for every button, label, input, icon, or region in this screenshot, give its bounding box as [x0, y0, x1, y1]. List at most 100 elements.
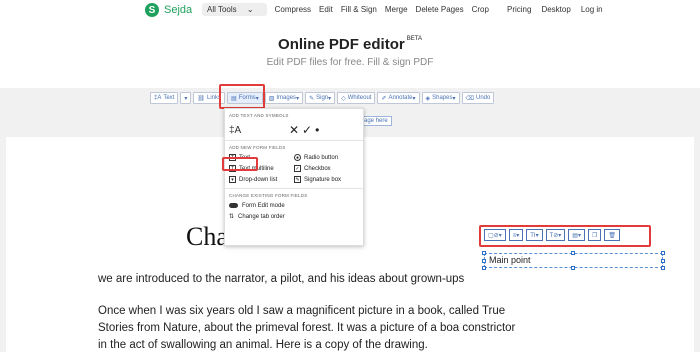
shapes-tool-button[interactable]: ◈ Shapes ▾ [421, 92, 460, 104]
field-options-button[interactable]: ▤▾ [568, 229, 585, 241]
undo-button[interactable]: ⌫ Undo [461, 92, 495, 104]
resize-handle[interactable] [661, 259, 665, 263]
menu-item-label: Radio button [304, 154, 339, 161]
text-color-button[interactable]: T⊘▾ [545, 229, 566, 241]
add-text-field-item[interactable]: T Text [229, 154, 294, 161]
chevron-down-icon: ▾ [412, 95, 416, 102]
align-icon: ≡▾ [512, 232, 520, 239]
trash-icon: 🗑 [608, 232, 616, 239]
menu-item-label: Checkbox [304, 165, 331, 172]
page-title: Online PDF editor BETA [0, 36, 700, 53]
chevron-down-icon: ▾ [296, 95, 300, 102]
nav-compress-link[interactable]: Compress [275, 5, 311, 16]
menu-item-label: Text [239, 154, 251, 161]
resize-handle[interactable] [661, 266, 665, 270]
text-tool-button[interactable]: ‡A Text [150, 92, 179, 104]
nav-desktop-link[interactable]: Desktop [541, 5, 570, 14]
logo-text: Sejda [164, 4, 193, 16]
chapter-heading: Cha [186, 222, 228, 251]
add-mark-symbols[interactable]: ✕✓• [289, 123, 322, 137]
chevron-down-icon: ▾ [452, 95, 456, 102]
add-dropdown-list-item[interactable]: ▾ Drop-down list [229, 176, 294, 183]
change-tab-order-item[interactable]: ⇅ Change tab order [225, 211, 363, 222]
text-tool-label: Text [163, 95, 175, 101]
form-icon: ▤ [231, 95, 237, 102]
section-heading: CHANGE EXISTING FORM FIELDS [229, 193, 308, 198]
all-tools-label: All Tools [207, 5, 237, 14]
links-tool-button[interactable]: ⛓ Links [193, 92, 226, 104]
document-line: Once when I was six years old I saw a ma… [98, 305, 506, 317]
sejda-logo[interactable]: S Sejda [145, 3, 192, 17]
shapes-icon: ◈ [425, 95, 431, 102]
document-line: we are introduced to the narrator, a pil… [98, 273, 465, 285]
editor-toolbar: ‡A Text ▾ ⛓ Links ▤ Forms ▾ ▨ Images ▾ ✎ Sign ▾ … [150, 92, 496, 104]
nav-merge-link[interactable]: Merge [385, 5, 408, 16]
field-style-button[interactable]: ▢⊘▾ [484, 229, 506, 241]
signature-icon: ✎ [309, 95, 315, 102]
whiteout-tool-button[interactable]: ◇ Whiteout [337, 92, 376, 104]
text-tool-options-button[interactable]: ▾ [180, 92, 192, 104]
radio-icon: ● [294, 154, 301, 161]
menu-item-label: Change tab order [238, 213, 285, 220]
copy-icon: ❐ [591, 232, 598, 239]
page-subtitle: Edit PDF files for free. Fill & sign PDF [266, 57, 434, 68]
text-field-icon: T [229, 154, 236, 161]
shapes-tool-label: Shapes [432, 95, 453, 101]
text-size-button[interactable]: TI▾ [526, 229, 543, 241]
delete-button[interactable]: 🗑 [604, 229, 620, 241]
add-checkbox-item[interactable]: ✓ Checkbox [294, 165, 359, 172]
add-text-multiline-item[interactable]: T Text multiline [229, 165, 294, 172]
sejda-logo-icon: S [145, 3, 159, 17]
annotate-tool-label: Annotate [388, 95, 413, 101]
toggle-icon [229, 203, 238, 208]
add-signature-box-item[interactable]: ✎ Signature box [294, 176, 359, 183]
nav-crop-link[interactable]: Crop [472, 5, 489, 16]
nav-login-link[interactable]: Log in [581, 5, 603, 14]
page-title-text: Online PDF editor [278, 36, 405, 53]
chevron-down-icon: ⌄ [246, 5, 254, 14]
resize-handle[interactable] [482, 259, 486, 263]
options-icon: ▤▾ [572, 232, 581, 239]
resize-handle[interactable] [571, 266, 575, 270]
resize-handle[interactable] [482, 251, 486, 255]
section-heading: ADD TEXT AND SYMBOLS [229, 113, 289, 118]
link-icon: ⛓ [197, 95, 205, 102]
sign-tool-label: Sign [316, 95, 329, 101]
text-color-icon: T⊘▾ [549, 232, 562, 239]
text-multiline-icon: T [229, 165, 236, 172]
menu-item-label: Drop-down list [239, 176, 278, 183]
whiteout-tool-label: Whiteout [347, 95, 372, 101]
text-size-icon: TI▾ [530, 232, 539, 239]
sign-tool-button[interactable]: ✎ Sign ▾ [305, 92, 336, 104]
resize-handle[interactable] [661, 251, 665, 255]
nav-fill-sign-link[interactable]: Fill & Sign [341, 5, 377, 16]
eraser-icon: ◇ [341, 95, 346, 102]
nav-edit-link[interactable]: Edit [319, 5, 333, 16]
menu-item-label: Signature box [304, 176, 342, 183]
all-tools-dropdown[interactable]: All Tools ⌄ [202, 3, 267, 16]
menu-item-label: Text multiline [239, 165, 274, 172]
forms-dropdown-menu: ADD TEXT AND SYMBOLS ‡A ✕✓• ADD NEW FORM… [224, 108, 364, 246]
duplicate-button[interactable]: ❐ [587, 229, 602, 241]
checkbox-icon: ✓ [294, 165, 301, 172]
field-style-icon: ▢⊘▾ [488, 232, 502, 239]
annotate-tool-button[interactable]: ✐ Annotate ▾ [377, 92, 420, 104]
forms-tool-button[interactable]: ▤ Forms ▾ [227, 92, 263, 104]
resize-handle[interactable] [571, 251, 575, 255]
section-heading: ADD NEW FORM FIELDS [229, 145, 286, 150]
add-text-symbol[interactable]: ‡A [229, 125, 289, 136]
menu-item-label: Form Edit mode [242, 202, 285, 209]
form-edit-mode-toggle[interactable]: Form Edit mode [225, 200, 363, 211]
beta-badge: BETA [406, 36, 422, 42]
align-button[interactable]: ≡▾ [508, 229, 524, 241]
images-tool-label: Images [276, 95, 297, 101]
document-line: in the act of swallowing an animal. Here… [98, 339, 428, 351]
resize-handle[interactable] [482, 266, 486, 270]
add-radio-button-item[interactable]: ● Radio button [294, 154, 359, 161]
top-nav: S Sejda All Tools ⌄ Compress Edit Fill &… [0, 0, 700, 22]
document-line: Stories from Nature, about the primeval … [98, 322, 516, 334]
nav-pricing-link[interactable]: Pricing [507, 5, 531, 14]
chevron-down-icon: ▾ [255, 95, 259, 102]
nav-delete-pages-link[interactable]: Delete Pages [416, 5, 464, 16]
images-tool-button[interactable]: ▨ Images ▾ [264, 92, 304, 104]
